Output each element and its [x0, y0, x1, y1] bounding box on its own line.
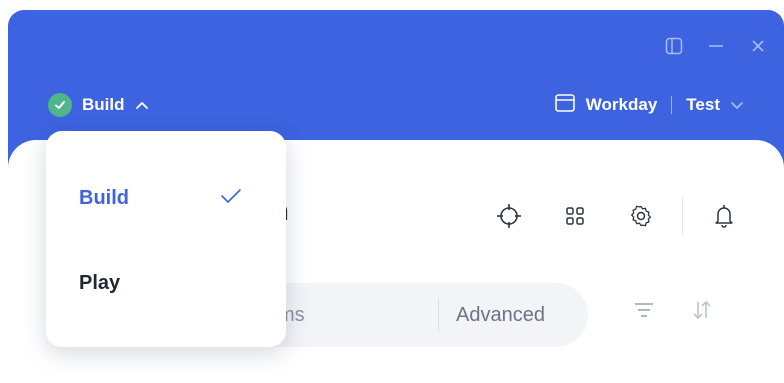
topbar-divider — [671, 96, 673, 114]
menu-item-build[interactable]: Build — [79, 187, 129, 210]
chevron-down-icon[interactable] — [730, 95, 744, 115]
advanced-search-button[interactable]: Advanced — [456, 304, 545, 327]
filter-icon[interactable] — [633, 301, 655, 324]
settings-gear-icon[interactable] — [628, 203, 654, 229]
workspace-label[interactable]: Workday — [586, 95, 658, 115]
window-controls — [664, 36, 768, 56]
sidebar-toggle-icon[interactable] — [664, 36, 684, 56]
menu-item-play[interactable]: Play — [79, 272, 120, 295]
minimize-icon[interactable] — [706, 36, 726, 56]
checkmark-icon — [220, 187, 242, 210]
chevron-up-icon — [135, 95, 149, 115]
sort-icon[interactable] — [691, 300, 713, 325]
mode-toggle-button[interactable]: Build — [48, 93, 149, 117]
crosshair-icon[interactable] — [496, 203, 522, 229]
topbar: Build Workday Test — [48, 90, 744, 120]
close-icon[interactable] — [748, 36, 768, 56]
calendar-icon — [554, 93, 576, 118]
check-circle-icon — [48, 93, 72, 117]
list-controls — [633, 300, 713, 325]
environment-label[interactable]: Test — [686, 95, 720, 115]
workspace-switcher: Workday Test — [554, 93, 744, 118]
toolbar-divider — [682, 197, 683, 235]
search-divider — [438, 298, 439, 332]
panel-toolbar — [496, 197, 777, 235]
bell-icon[interactable] — [711, 203, 737, 229]
apps-grid-icon[interactable] — [562, 203, 588, 229]
mode-label: Build — [82, 95, 125, 114]
mode-dropdown-menu: Build Play — [46, 131, 286, 347]
